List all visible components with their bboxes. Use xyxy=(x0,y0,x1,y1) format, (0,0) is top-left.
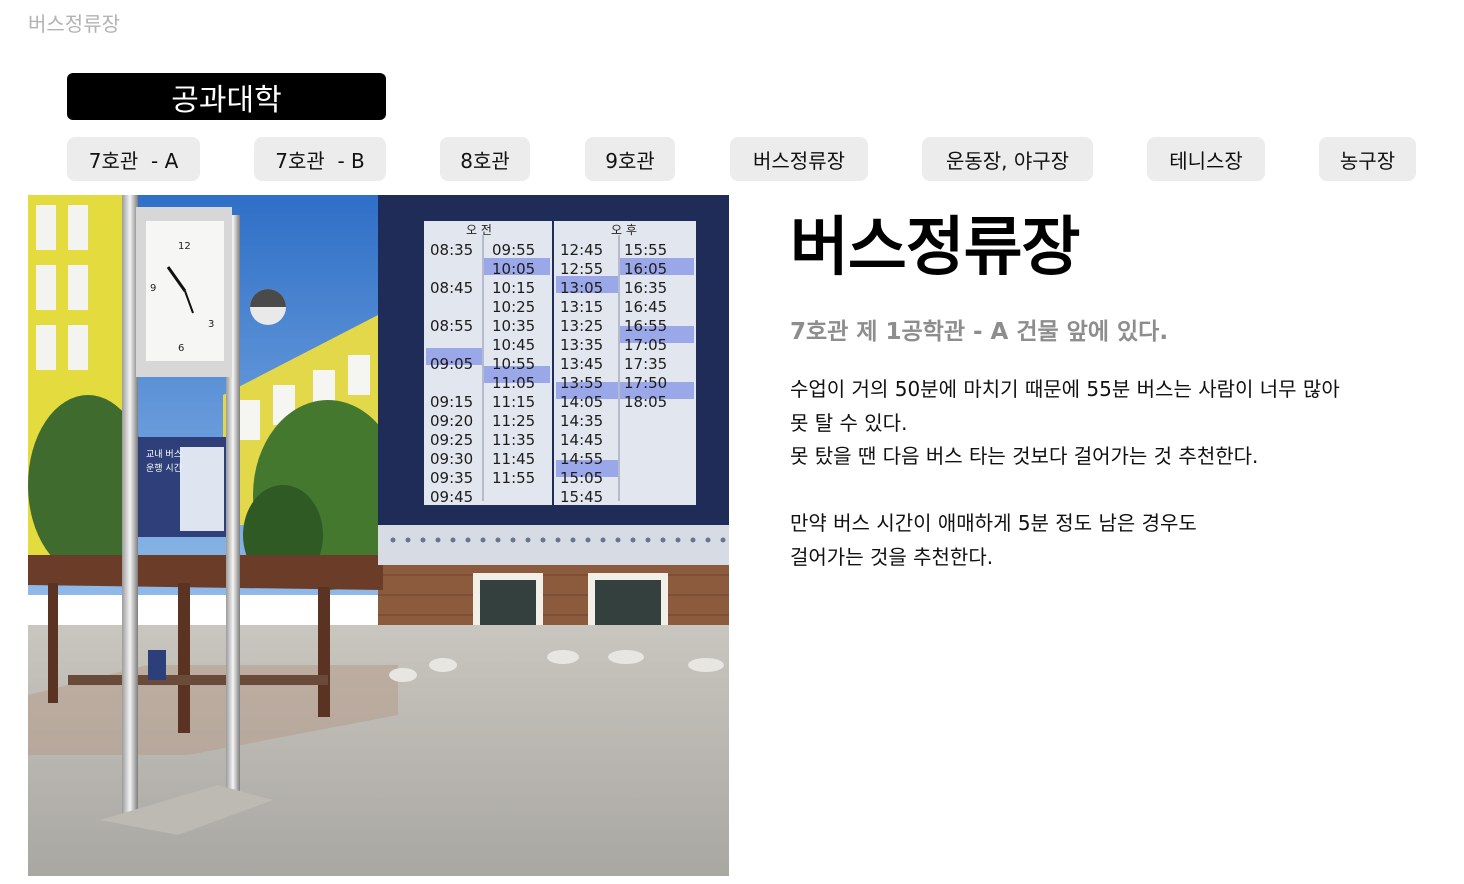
schedule-time: 15:05 xyxy=(560,469,603,487)
tab-building-7b[interactable]: 7호관 - B xyxy=(254,137,386,181)
schedule-time: 09:55 xyxy=(492,241,535,259)
schedule-time: 08:55 xyxy=(430,317,473,335)
schedule-time: 17:05 xyxy=(624,336,667,354)
schedule-time: 14:45 xyxy=(560,431,603,449)
schedule-time: 12:55 xyxy=(560,260,603,278)
schedule-time: 16:35 xyxy=(624,279,667,297)
description-line: 걸어가는 것을 추천한다. xyxy=(790,544,994,569)
college-button[interactable]: 공과대학 xyxy=(67,73,386,120)
description-line: 만약 버스 시간이 애매하게 5분 정도 남은 경우도 xyxy=(790,511,1197,535)
schedule-time: 09:25 xyxy=(430,431,473,449)
campus-sign-line2: 운행 시간 xyxy=(146,462,182,474)
tab-building-8[interactable]: 8호관 xyxy=(440,137,530,181)
schedule-time: 11:35 xyxy=(492,431,535,449)
schedule-time: 13:45 xyxy=(560,355,603,373)
schedule-time: 10:55 xyxy=(492,355,535,373)
schedule-time: 09:30 xyxy=(430,450,473,468)
page-label: 버스정류장 xyxy=(28,12,120,36)
schedule-time: 09:20 xyxy=(430,412,473,430)
schedule-time: 10:15 xyxy=(492,279,535,297)
schedule-time: 14:05 xyxy=(560,393,603,411)
schedule-time: 15:55 xyxy=(624,241,667,259)
svg-text:12: 12 xyxy=(178,241,191,252)
bus-stop-photo: 교내 버스 운행 시간 12 3 6 9 오 전 오 후 08:35 08:45… xyxy=(28,195,729,876)
schedule-time: 12:45 xyxy=(560,241,603,259)
schedule-time: 17:50 xyxy=(624,374,667,392)
schedule-board: 오 전 오 후 08:3508:4508:5509:0509:1509:2009… xyxy=(378,195,729,565)
schedule-time: 09:45 xyxy=(430,488,473,506)
schedule-time: 13:05 xyxy=(560,279,603,297)
schedule-time: 14:55 xyxy=(560,450,603,468)
schedule-time: 11:25 xyxy=(492,412,535,430)
schedule-time: 11:05 xyxy=(492,374,535,392)
description-line: 못 탔을 땐 다음 버스 타는 것보다 걸어가는 것 추천한다. xyxy=(790,444,1259,468)
schedule-time: 08:45 xyxy=(430,279,473,297)
schedule-time: 15:45 xyxy=(560,488,603,506)
schedule-time: 16:45 xyxy=(624,298,667,316)
schedule-time: 09:05 xyxy=(430,355,473,373)
schedule-time: 11:55 xyxy=(492,469,535,487)
description-line: 못 탈 수 있다. xyxy=(790,410,908,435)
schedule-time: 11:45 xyxy=(492,450,535,468)
schedule-time: 17:35 xyxy=(624,355,667,373)
tab-building-7a[interactable]: 7호관 - A xyxy=(67,137,200,181)
schedule-time: 08:35 xyxy=(430,241,473,259)
schedule-time: 10:35 xyxy=(492,317,535,335)
schedule-time: 09:35 xyxy=(430,469,473,487)
campus-bus-sign: 교내 버스 운행 시간 xyxy=(138,437,230,537)
schedule-time: 13:25 xyxy=(560,317,603,335)
tab-building-9[interactable]: 9호관 xyxy=(585,137,675,181)
schedule-time: 10:05 xyxy=(492,260,535,278)
schedule-time: 09:15 xyxy=(430,393,473,411)
schedule-time: 11:15 xyxy=(492,393,535,411)
svg-text:3: 3 xyxy=(208,319,214,330)
schedule-time: 16:05 xyxy=(624,260,667,278)
description-paragraph-1: 수업이 거의 50분에 마치기 때문에 55분 버스는 사람이 너무 많아 못 … xyxy=(790,373,1430,474)
schedule-time: 13:35 xyxy=(560,336,603,354)
description-line: 수업이 거의 50분에 마치기 때문에 55분 버스는 사람이 너무 많아 xyxy=(790,377,1340,401)
schedule-time: 10:25 xyxy=(492,298,535,316)
schedule-time: 14:35 xyxy=(560,412,603,430)
schedule-time: 13:55 xyxy=(560,374,603,392)
schedule-time: 13:15 xyxy=(560,298,603,316)
schedule-am-header: 오 전 xyxy=(466,223,492,237)
schedule-time: 16:55 xyxy=(624,317,667,335)
svg-text:6: 6 xyxy=(178,343,184,354)
description-paragraph-2: 만약 버스 시간이 애매하게 5분 정도 남은 경우도 걸어가는 것을 추천한다… xyxy=(790,507,1430,574)
campus-sign-line1: 교내 버스 xyxy=(146,449,182,460)
location-subtitle: 7호관 제 1공학관 - A 건물 앞에 있다. xyxy=(790,319,1169,345)
page-title: 버스정류장 xyxy=(790,211,1080,285)
schedule-time: 18:05 xyxy=(624,393,667,411)
tab-basketball-court[interactable]: 농구장 xyxy=(1319,137,1416,181)
svg-text:9: 9 xyxy=(150,283,156,294)
tab-tennis-court[interactable]: 테니스장 xyxy=(1147,137,1265,181)
schedule-time: 10:45 xyxy=(492,336,535,354)
tab-bus-stop[interactable]: 버스정류장 xyxy=(730,137,868,181)
schedule-pm-header: 오 후 xyxy=(611,223,637,237)
tab-sports-field[interactable]: 운동장, 야구장 xyxy=(922,137,1093,181)
